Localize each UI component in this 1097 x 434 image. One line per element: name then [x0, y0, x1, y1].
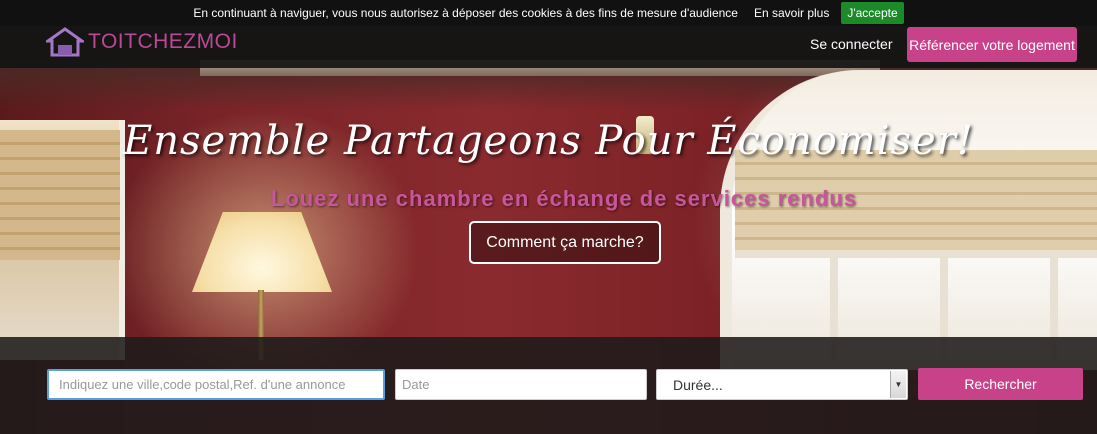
login-link[interactable]: Se connecter [810, 36, 893, 52]
location-search-input[interactable] [47, 369, 385, 400]
cookie-more-link[interactable]: En savoir plus [754, 6, 829, 20]
duration-value: Durée... [673, 377, 723, 393]
search-button[interactable]: Rechercher [918, 368, 1083, 400]
navbar: TOITCHEZMOI Se connecter Référencer votr… [0, 26, 1097, 68]
cookie-accept-button[interactable]: J'accepte [841, 2, 904, 24]
hero-headline: Ensemble Partageons Pour Économiser! [123, 118, 974, 164]
logo-text: TOITCHEZMOI [88, 30, 238, 53]
list-property-button[interactable]: Référencer votre logement [907, 27, 1077, 62]
cookie-bar: En continuant à naviguer, vous nous auto… [0, 0, 1097, 26]
date-input[interactable] [395, 369, 647, 400]
hero-subheadline: Louez une chambre en échange de services… [270, 186, 858, 211]
window-sash [735, 250, 1097, 258]
lamp-shade [192, 212, 332, 292]
how-it-works-button[interactable]: Comment ça marche? [469, 221, 661, 264]
logo[interactable]: TOITCHEZMOI [46, 26, 238, 58]
duration-select[interactable]: Durée... ▼ [656, 369, 908, 400]
cookie-text: En continuant à naviguer, vous nous auto… [193, 6, 738, 20]
chevron-down-icon[interactable]: ▼ [890, 371, 906, 398]
house-logo-icon [46, 27, 84, 57]
